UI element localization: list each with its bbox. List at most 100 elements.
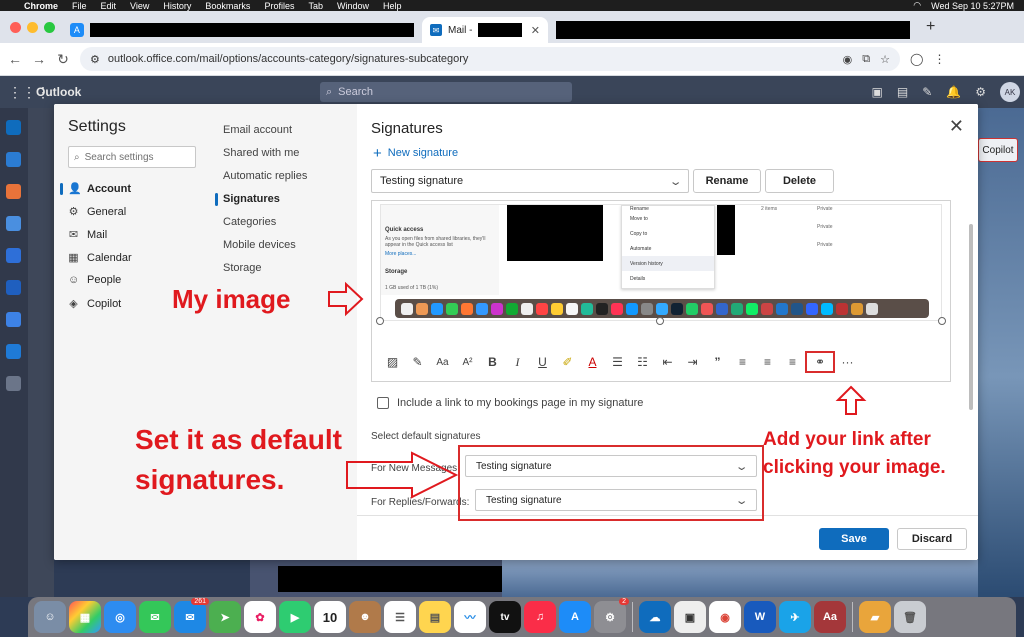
notes-icon[interactable]: ▤ — [419, 601, 451, 633]
menu-item-file[interactable]: File — [72, 1, 87, 11]
more-icon[interactable]: ⋮ — [933, 52, 945, 66]
trash-icon[interactable]: 🗑 — [894, 601, 926, 633]
safari-icon[interactable]: ◎ — [104, 601, 136, 633]
site-settings-icon[interactable]: ⚙ — [90, 53, 100, 66]
new-tab-icon[interactable]: + — [926, 18, 935, 36]
more-options-icon[interactable]: ··· — [835, 355, 860, 369]
forward-icon[interactable]: → — [32, 51, 46, 67]
save-button[interactable]: Save — [819, 528, 889, 550]
copilot-rail-icon[interactable] — [6, 184, 21, 199]
new-signature-button[interactable]: + New signature — [373, 146, 458, 161]
bookings-checkbox[interactable] — [377, 397, 389, 409]
app-store-icon[interactable]: A — [559, 601, 591, 633]
close-window-button[interactable] — [10, 21, 21, 33]
insert-link-icon[interactable]: ⚭ — [805, 351, 835, 373]
insert-picture-icon[interactable]: ▨ — [380, 355, 405, 369]
facetime-icon[interactable]: ▶ — [279, 601, 311, 633]
subcategory-signatures[interactable]: Signatures — [215, 193, 280, 206]
onedrive-icon[interactable]: ☁ — [639, 601, 671, 633]
word-icon[interactable]: W — [744, 601, 776, 633]
downloads-folder-icon[interactable]: ▰ — [859, 601, 891, 633]
subcategory-categories[interactable]: Categories — [223, 216, 276, 228]
align-center-icon[interactable]: ≡ — [755, 355, 780, 369]
font-size-icon[interactable]: A² — [455, 357, 480, 368]
bell-icon[interactable]: 🔔 — [946, 85, 961, 99]
menu-item-window[interactable]: Window — [337, 1, 369, 11]
resize-handle[interactable] — [938, 317, 946, 325]
maps-icon[interactable]: ➤ — [209, 601, 241, 633]
numbering-icon[interactable]: ☷ — [630, 355, 655, 369]
format-painter-icon[interactable]: ✎ — [405, 355, 430, 369]
menu-clock[interactable]: Wed Sep 10 5:27PM — [931, 1, 1014, 11]
apps-rail-icon[interactable] — [6, 376, 21, 391]
quote-icon[interactable]: ” — [705, 355, 730, 369]
font-color-icon[interactable]: A — [580, 355, 605, 369]
profile-icon[interactable]: ◯ — [910, 52, 923, 66]
decrease-indent-icon[interactable]: ⇤ — [655, 355, 680, 369]
dictionary-icon[interactable]: Aa — [814, 601, 846, 633]
photos-icon[interactable]: ✿ — [244, 601, 276, 633]
notes-icon[interactable]: ✎ — [922, 85, 932, 99]
menu-app-name[interactable]: Chrome — [24, 1, 58, 11]
people-rail-icon[interactable] — [6, 216, 21, 231]
settings-search-input[interactable]: ⌕ Search settings — [68, 146, 196, 168]
avatar[interactable]: AK — [1000, 82, 1020, 102]
teams-icon[interactable]: ▤ — [897, 85, 908, 99]
copilot-button[interactable]: Copilot — [978, 138, 1018, 162]
address-bar[interactable]: ⚙ outlook.office.com/mail/options/accoun… — [80, 47, 900, 71]
menu-item-edit[interactable]: Edit — [101, 1, 117, 11]
align-right-icon[interactable]: ≡ — [780, 355, 805, 369]
signature-editor[interactable]: Quick access As you open files from shar… — [371, 200, 951, 382]
subcategory-mobile-devices[interactable]: Mobile devices — [223, 239, 296, 251]
increase-indent-icon[interactable]: ⇥ — [680, 355, 705, 369]
eye-icon[interactable]: ◉ — [843, 53, 853, 66]
align-left-icon[interactable]: ≡ — [730, 355, 755, 369]
zoom-window-button[interactable] — [44, 21, 55, 33]
minimize-window-button[interactable] — [27, 21, 38, 33]
music-icon[interactable]: ♫ — [524, 601, 556, 633]
groups-rail-icon[interactable] — [6, 312, 21, 327]
reminders-icon[interactable]: ☰ — [384, 601, 416, 633]
install-icon[interactable]: ⧉ — [862, 53, 870, 66]
signature-select[interactable]: Testing signature ⌄ — [371, 169, 689, 193]
bold-icon[interactable]: B — [480, 355, 505, 369]
rename-button[interactable]: Rename — [693, 169, 761, 193]
underline-icon[interactable]: U — [530, 355, 555, 369]
outlook-search-input[interactable]: ⌕ Search — [320, 82, 572, 102]
calendar-icon[interactable]: 10 — [314, 601, 346, 633]
scrollbar[interactable] — [969, 224, 973, 410]
todo-rail-icon[interactable] — [6, 248, 21, 263]
italic-icon[interactable]: I — [505, 355, 530, 370]
meet-now-icon[interactable]: ▣ — [872, 85, 883, 99]
close-tab-icon[interactable]: ✕ — [531, 24, 540, 37]
back-icon[interactable]: ← — [8, 51, 22, 67]
xcode-icon[interactable]: ✈ — [779, 601, 811, 633]
chrome-icon[interactable]: ◉ — [709, 601, 741, 633]
finder-icon[interactable]: ☺ — [34, 601, 66, 633]
wifi-icon[interactable]: ◠ — [913, 0, 921, 11]
subcategory-shared-with-me[interactable]: Shared with me — [223, 147, 299, 159]
browser-tab[interactable] — [548, 17, 918, 43]
highlight-icon[interactable]: ✐ — [555, 355, 580, 369]
category-mail[interactable]: ✉ Mail — [68, 228, 107, 242]
apple-tv-icon[interactable]: tv — [489, 601, 521, 633]
delete-button[interactable]: Delete — [765, 169, 834, 193]
contacts-icon[interactable]: ☻ — [349, 601, 381, 633]
bullets-icon[interactable]: ☰ — [605, 355, 630, 369]
system-settings-icon[interactable]: ⚙ 2 — [594, 598, 629, 633]
subcategory-email-account[interactable]: Email account — [223, 124, 292, 136]
subcategory-storage[interactable]: Storage — [223, 262, 262, 274]
messages-icon[interactable]: ✉ — [139, 601, 171, 633]
menu-item-profiles[interactable]: Profiles — [264, 1, 294, 11]
subcategory-automatic-replies[interactable]: Automatic replies — [223, 170, 307, 182]
browser-tab[interactable]: A — [62, 17, 422, 43]
category-general[interactable]: ⚙ General — [68, 205, 127, 219]
outlook-brand[interactable]: Outlook — [36, 85, 81, 99]
gear-icon[interactable]: ⚙ — [975, 85, 986, 99]
resize-handle[interactable] — [376, 317, 384, 325]
menu-item-bookmarks[interactable]: Bookmarks — [205, 1, 250, 11]
menu-item-help[interactable]: Help — [383, 1, 402, 11]
mail-icon[interactable]: ✉ 261 — [174, 598, 209, 633]
resize-handle[interactable] — [656, 317, 664, 325]
bookings-checkbox-row[interactable]: Include a link to my bookings page in my… — [377, 397, 643, 409]
